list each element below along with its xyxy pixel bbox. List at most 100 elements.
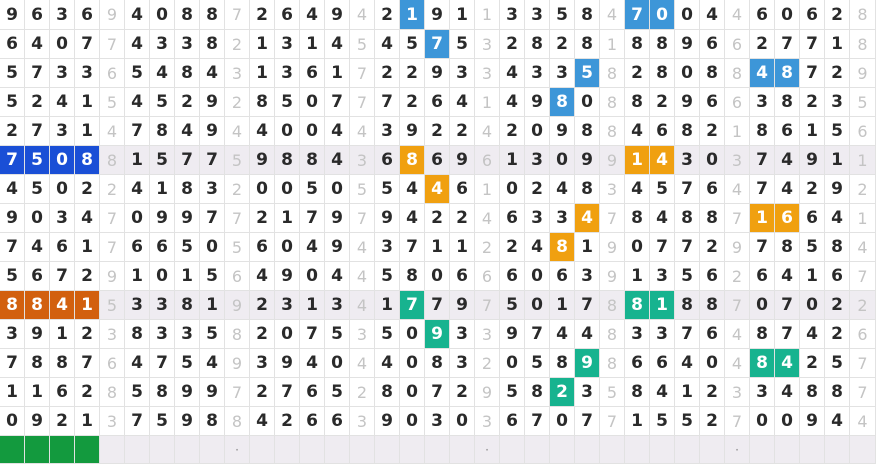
grid-cell-r15-c20 bbox=[500, 436, 525, 464]
grid-cell-r7-c11: 1 bbox=[275, 204, 300, 233]
grid-cell-r3-c11: 5 bbox=[275, 88, 300, 117]
grid-cell-r15-c29: · bbox=[725, 436, 750, 464]
grid-cell-r10-c18: 9 bbox=[450, 291, 475, 320]
grid-cell-r15-c26 bbox=[650, 436, 675, 464]
grid-cell-r11-c7: 3 bbox=[175, 320, 200, 349]
grid-cell-r0-c20: 3 bbox=[500, 0, 525, 30]
grid-cell-r1-c8: 8 bbox=[200, 30, 225, 59]
grid-cell-r11-c22: 4 bbox=[550, 320, 575, 349]
grid-cell-r10-c22: 1 bbox=[550, 291, 575, 320]
grid-cell-r14-c4: 3 bbox=[100, 407, 125, 436]
grid-cell-r15-c11 bbox=[275, 436, 300, 464]
grid-cell-r12-c14: 4 bbox=[350, 349, 375, 378]
grid-cell-r10-c23: 7 bbox=[575, 291, 600, 320]
grid-cell-r9-c34: 7 bbox=[850, 262, 876, 291]
grid-cell-r3-c9: 2 bbox=[225, 88, 250, 117]
grid-cell-r1-c29: 6 bbox=[725, 30, 750, 59]
grid-cell-r13-c24: 5 bbox=[600, 378, 625, 407]
grid-cell-r1-c9: 2 bbox=[225, 30, 250, 59]
grid-cell-r10-c27: 8 bbox=[675, 291, 700, 320]
lottery-number-grid: 9636940887264942191133584700446062864077… bbox=[0, 0, 876, 466]
grid-cell-r15-c14 bbox=[350, 436, 375, 464]
grid-cell-r7-c18: 2 bbox=[450, 204, 475, 233]
grid-cell-r8-c6: 6 bbox=[150, 233, 175, 262]
grid-cell-r3-c15: 7 bbox=[375, 88, 400, 117]
grid-cell-r9-c12: 0 bbox=[300, 262, 325, 291]
grid-cell-r7-c31: 6 bbox=[775, 204, 800, 233]
grid-cell-r7-c32: 6 bbox=[800, 204, 825, 233]
grid-cell-r9-c1: 6 bbox=[25, 262, 50, 291]
grid-cell-r0-c3: 6 bbox=[75, 0, 100, 30]
grid-cell-r5-c26: 4 bbox=[650, 146, 675, 175]
grid-cell-r3-c1: 2 bbox=[25, 88, 50, 117]
grid-cell-r4-c9: 4 bbox=[225, 117, 250, 146]
grid-cell-r7-c15: 9 bbox=[375, 204, 400, 233]
grid-cell-r14-c1: 9 bbox=[25, 407, 50, 436]
grid-cell-r11-c20: 9 bbox=[500, 320, 525, 349]
grid-cell-r5-c15: 6 bbox=[375, 146, 400, 175]
grid-cell-r11-c34: 6 bbox=[850, 320, 876, 349]
grid-cell-r5-c30: 7 bbox=[750, 146, 775, 175]
grid-cell-r0-c13: 9 bbox=[325, 0, 350, 30]
grid-cell-r9-c19: 6 bbox=[475, 262, 500, 291]
grid-cell-r6-c22: 4 bbox=[550, 175, 575, 204]
grid-cell-r8-c27: 7 bbox=[675, 233, 700, 262]
grid-cell-r13-c5: 5 bbox=[125, 378, 150, 407]
grid-cell-r9-c26: 3 bbox=[650, 262, 675, 291]
grid-cell-r8-c15: 3 bbox=[375, 233, 400, 262]
grid-cell-r8-c23: 1 bbox=[575, 233, 600, 262]
grid-cell-r2-c20: 4 bbox=[500, 59, 525, 88]
grid-cell-r7-c10: 2 bbox=[250, 204, 275, 233]
grid-cell-r13-c21: 8 bbox=[525, 378, 550, 407]
grid-cell-r5-c24: 9 bbox=[600, 146, 625, 175]
grid-cell-r1-c30: 2 bbox=[750, 30, 775, 59]
grid-cell-r0-c24: 4 bbox=[600, 0, 625, 30]
grid-cell-r15-c23 bbox=[575, 436, 600, 464]
grid-cell-r15-c22 bbox=[550, 436, 575, 464]
grid-cell-r10-c16: 7 bbox=[400, 291, 425, 320]
grid-cell-r0-c0: 9 bbox=[0, 0, 25, 30]
grid-cell-r6-c14: 5 bbox=[350, 175, 375, 204]
grid-cell-r0-c30: 6 bbox=[750, 0, 775, 30]
grid-cell-r13-c27: 1 bbox=[675, 378, 700, 407]
grid-cell-r13-c32: 8 bbox=[800, 378, 825, 407]
grid-cell-r4-c2: 3 bbox=[50, 117, 75, 146]
grid-cell-r12-c18: 3 bbox=[450, 349, 475, 378]
grid-cell-r8-c26: 7 bbox=[650, 233, 675, 262]
grid-cell-r6-c19: 1 bbox=[475, 175, 500, 204]
grid-cell-r2-c18: 3 bbox=[450, 59, 475, 88]
grid-cell-r3-c28: 6 bbox=[700, 88, 725, 117]
grid-cell-r14-c16: 0 bbox=[400, 407, 425, 436]
grid-cell-r14-c32: 9 bbox=[800, 407, 825, 436]
grid-cell-r15-c18 bbox=[450, 436, 475, 464]
grid-cell-r1-c12: 1 bbox=[300, 30, 325, 59]
grid-cell-r14-c6: 5 bbox=[150, 407, 175, 436]
grid-cell-r2-c29: 8 bbox=[725, 59, 750, 88]
grid-cell-r7-c29: 7 bbox=[725, 204, 750, 233]
grid-cell-r12-c8: 4 bbox=[200, 349, 225, 378]
grid-cell-r4-c25: 4 bbox=[625, 117, 650, 146]
grid-cell-r11-c8: 5 bbox=[200, 320, 225, 349]
grid-cell-r1-c1: 4 bbox=[25, 30, 50, 59]
grid-cell-r0-c22: 5 bbox=[550, 0, 575, 30]
grid-cell-r3-c23: 0 bbox=[575, 88, 600, 117]
grid-cell-r2-c8: 4 bbox=[200, 59, 225, 88]
grid-cell-r12-c23: 9 bbox=[575, 349, 600, 378]
grid-cell-r15-c19: · bbox=[475, 436, 500, 464]
grid-cell-r2-c28: 8 bbox=[700, 59, 725, 88]
grid-cell-r4-c4: 4 bbox=[100, 117, 125, 146]
grid-cell-r10-c17: 7 bbox=[425, 291, 450, 320]
grid-cell-r12-c12: 4 bbox=[300, 349, 325, 378]
grid-cell-r14-c27: 5 bbox=[675, 407, 700, 436]
grid-cell-r9-c21: 0 bbox=[525, 262, 550, 291]
grid-cell-r11-c15: 5 bbox=[375, 320, 400, 349]
grid-cell-r0-c10: 2 bbox=[250, 0, 275, 30]
grid-cell-r7-c14: 7 bbox=[350, 204, 375, 233]
grid-cell-r5-c18: 9 bbox=[450, 146, 475, 175]
grid-cell-r7-c1: 0 bbox=[25, 204, 50, 233]
grid-cell-r13-c13: 5 bbox=[325, 378, 350, 407]
grid-cell-r14-c0: 0 bbox=[0, 407, 25, 436]
grid-cell-r6-c31: 4 bbox=[775, 175, 800, 204]
grid-cell-r0-c8: 8 bbox=[200, 0, 225, 30]
grid-cell-r7-c8: 7 bbox=[200, 204, 225, 233]
